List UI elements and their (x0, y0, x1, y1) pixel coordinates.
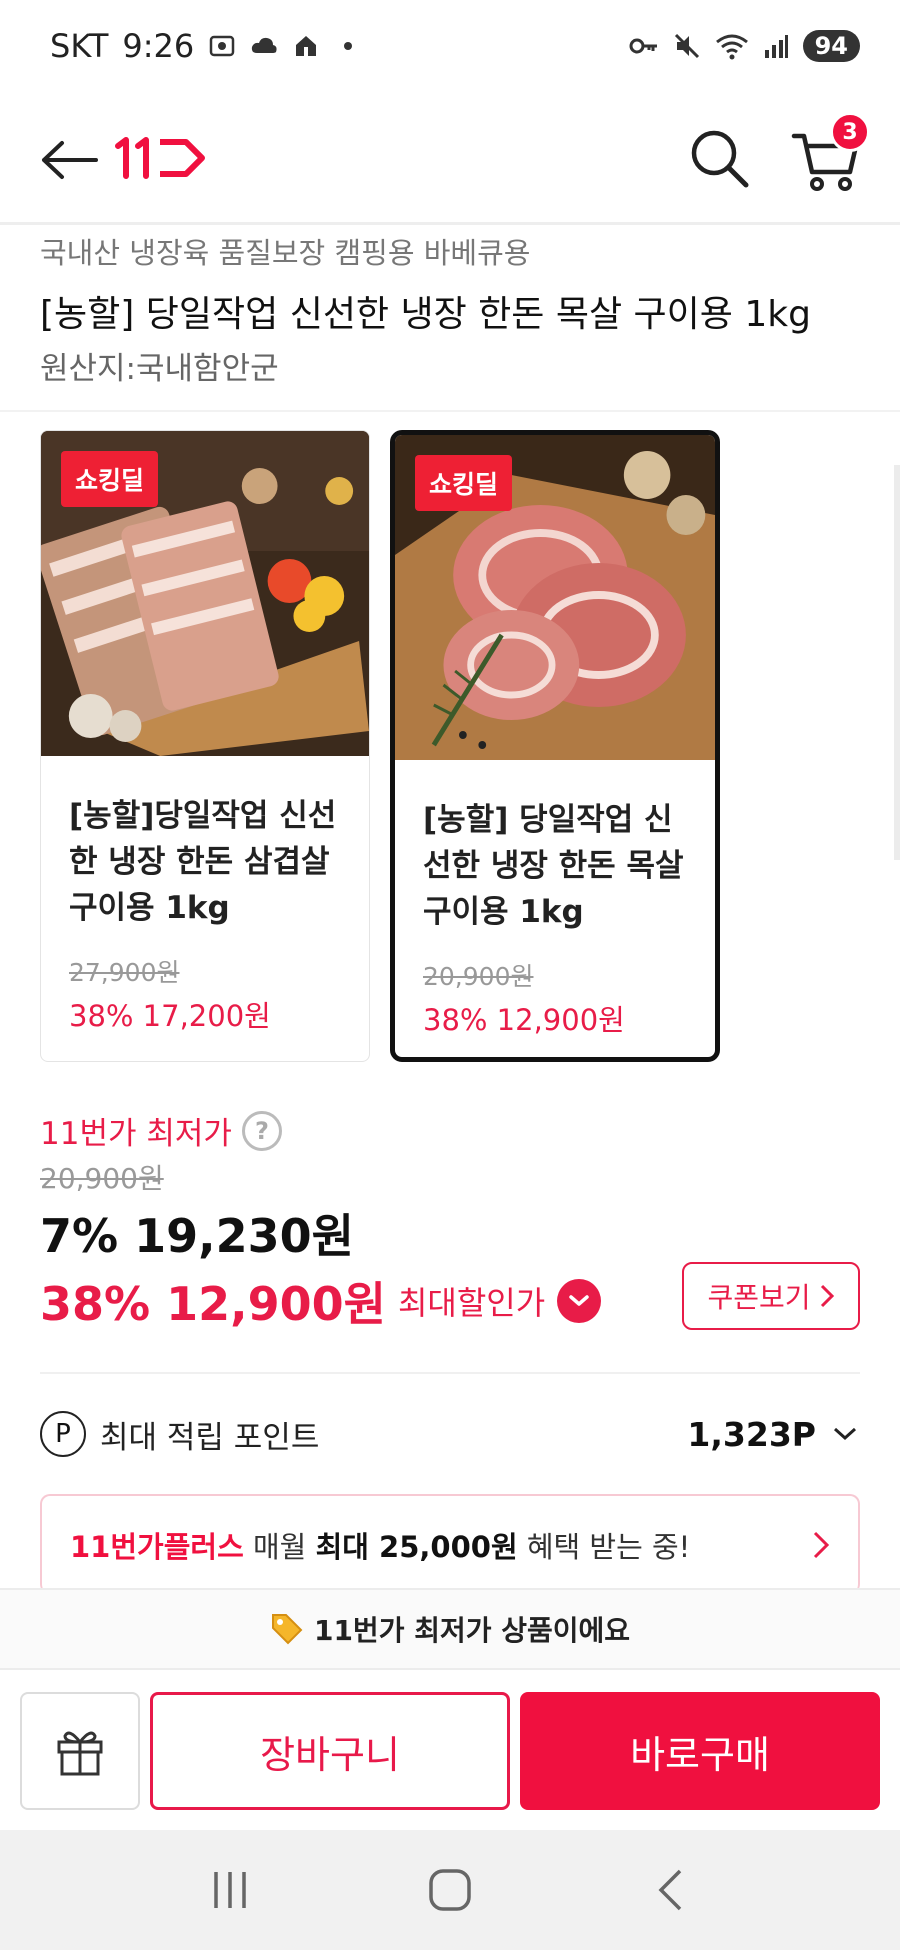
arrow-left-icon (42, 141, 98, 179)
shocking-deal-badge: 쇼킹딜 (61, 451, 159, 507)
option-card-moksal[interactable]: 쇼킹딜 [농할] 당일작업 신선한 냉장 한돈 목살 구이용 1kg 20,90… (390, 430, 720, 1062)
dot-icon (344, 42, 353, 50)
plus-membership-banner[interactable]: 11번가플러스 매월 최대 25,000원 혜택 받는 중! (40, 1494, 860, 1594)
system-navigation-bar (0, 1830, 900, 1950)
chevron-right-icon (820, 1284, 834, 1308)
max-discount-label: 최대할인가 (397, 1284, 546, 1322)
tag-icon (271, 1614, 303, 1645)
max-discount-price: 38% 12,900원 (40, 1277, 386, 1331)
home-alert-icon (296, 36, 317, 56)
option-original-price: 27,900원 (69, 958, 180, 987)
plus-text-1: 매월 (252, 1530, 307, 1564)
shocking-deal-badge: 쇼킹딜 (415, 455, 513, 511)
points-label: 최대 적립 포인트 (100, 1419, 320, 1456)
battery-indicator: 94 (802, 30, 860, 62)
option-card-samgyeopsal[interactable]: 쇼킹딜 [농할]당일작업 신선한 냉장 한돈 삼겹살 구이용 1kg 27,90… (40, 430, 370, 1062)
bottom-action-bar: 장바구니 바로구매 (0, 1668, 900, 1830)
notice-text: 11번가 최저가 상품이에요 (313, 1614, 631, 1647)
points-value: 1,323P (687, 1414, 816, 1454)
option-discount-price: 38% 17,200원 (69, 999, 271, 1033)
home-button[interactable] (410, 1860, 490, 1920)
points-row[interactable]: P 최대 적립 포인트 1,323P (40, 1406, 860, 1462)
back-button[interactable] (38, 129, 100, 191)
status-bar: SKT 9:26 94 (0, 0, 900, 92)
price-divider (40, 1372, 860, 1374)
buy-now-button[interactable]: 바로구매 (520, 1692, 880, 1810)
header-actions: 3 (688, 112, 870, 196)
chevron-down-circle-icon[interactable] (557, 1279, 602, 1323)
help-icon[interactable]: ? (241, 1110, 282, 1151)
status-left: SKT 9:26 (50, 27, 629, 65)
chevron-right-icon (813, 1531, 830, 1559)
option-name: [농할] 당일작업 신선한 냉장 한돈 목살 구이용 1kg (423, 802, 684, 930)
coupon-button-label: 쿠폰보기 (707, 1281, 811, 1314)
product-tagline: 국내산 냉장육 품질보장 캠핑용 바베큐용 (40, 236, 531, 270)
cart-count-badge: 3 (830, 112, 870, 152)
gift-icon (57, 1731, 103, 1776)
recents-button[interactable] (190, 1860, 270, 1920)
search-button[interactable] (688, 127, 750, 193)
product-origin: 원산지:국내함안군 (40, 351, 279, 387)
eleven-st-logo (115, 137, 205, 179)
option-discount-price: 38% 12,900원 (423, 1003, 625, 1037)
search-icon (691, 130, 749, 188)
screenshot-icon (209, 35, 235, 57)
cloud-icon (252, 37, 277, 53)
original-price: 20,900원 (40, 1162, 164, 1195)
gift-button[interactable] (20, 1692, 140, 1810)
clock: 9:26 (122, 27, 195, 65)
chevron-down-icon (830, 1419, 860, 1449)
lowest-price-label: 11번가 최저가 ? (40, 1108, 282, 1153)
mute-icon (674, 33, 699, 59)
plus-brand: 11번가플러스 (70, 1530, 244, 1564)
back-icon (658, 1869, 682, 1911)
product-title: [농할] 당일작업 신선한 냉장 한돈 목살 구이용 1kg (40, 294, 811, 335)
signal-icon (764, 35, 788, 58)
home-icon (429, 1869, 471, 1911)
cart-button[interactable]: 3 (790, 112, 870, 196)
coupon-button[interactable]: 쿠폰보기 (682, 1262, 860, 1330)
option-original-price: 20,900원 (423, 962, 534, 991)
add-to-cart-button[interactable]: 장바구니 (150, 1692, 510, 1810)
scroll-indicator[interactable] (894, 465, 900, 860)
lowest-price-notice: 11번가 최저가 상품이에요 (0, 1588, 900, 1668)
back-nav-button[interactable] (630, 1860, 710, 1920)
section-divider (0, 410, 900, 412)
max-discount-price-row: 38% 12,900원 최대할인가 (40, 1268, 602, 1334)
carrier-label: SKT (50, 27, 109, 65)
wifi-icon (715, 34, 748, 60)
header-divider (0, 222, 900, 225)
brand-logo[interactable] (112, 134, 208, 186)
app-header: 3 (0, 100, 900, 220)
key-icon (629, 38, 657, 54)
point-icon: P (40, 1411, 86, 1457)
plus-text-2: 혜택 받는 중! (526, 1530, 691, 1564)
option-name: [농할]당일작업 신선한 냉장 한돈 삼겹살 구이용 1kg (69, 798, 337, 926)
recents-icon (214, 1872, 246, 1908)
sale-price: 7% 19,230원 (40, 1209, 354, 1263)
plus-benefit: 최대 25,000원 (315, 1530, 518, 1564)
status-right: 94 (629, 30, 860, 62)
lowest-price-text: 11번가 최저가 (40, 1116, 232, 1152)
